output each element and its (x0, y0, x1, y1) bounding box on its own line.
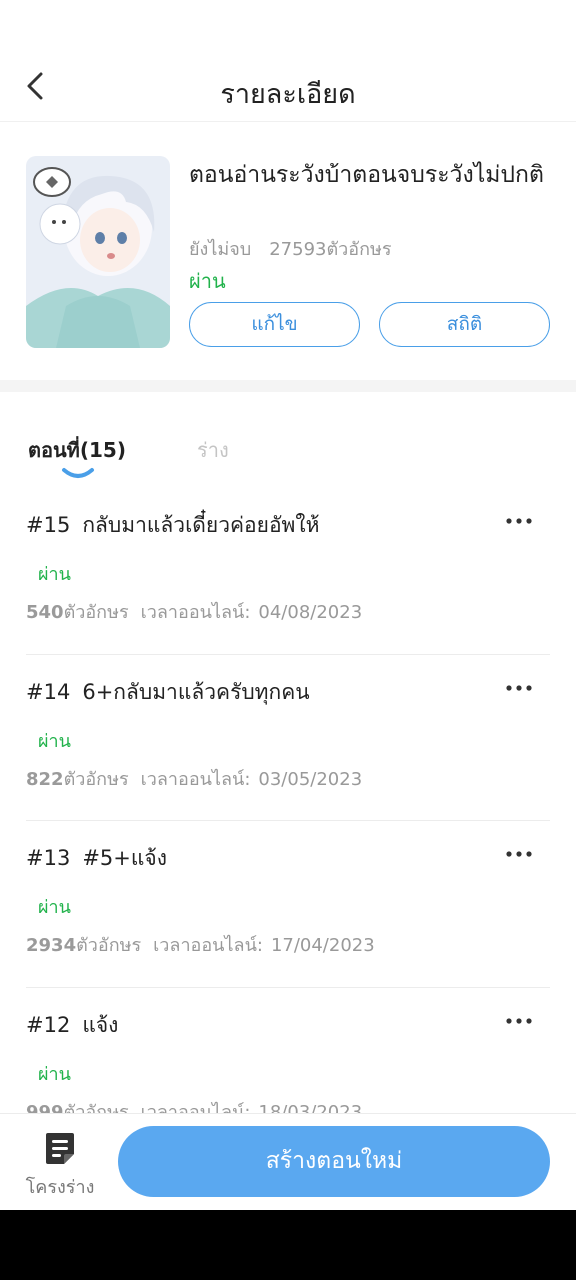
chapter-status-badge: ผ่าน (38, 1063, 71, 1085)
chapter-title: กลับมาแล้วเดี๋ยวค่อยอัพให้ (82, 513, 320, 537)
chapter-meta: 540ตัวอักษร เวลาออนไลน์: 04/08/2023 (26, 597, 362, 626)
book-status-badge: ผ่าน (189, 269, 226, 293)
chapter-online-label: เวลาออนไลน์: (153, 935, 263, 956)
chapter-online-label: เวลาออนไลน์: (140, 602, 251, 623)
chapter-row[interactable]: #14 6+กลับมาแล้วครับทุกคน ผ่าน 822ตัวอักษ… (26, 655, 550, 821)
chapter-char-count: 2934 (26, 935, 77, 956)
chapter-number: #12 (26, 1012, 71, 1037)
chapter-char-unit: ตัวอักษร (63, 768, 129, 790)
chapter-status-badge: ผ่าน (38, 730, 71, 752)
document-icon (46, 1133, 74, 1164)
chapter-status-badge: ผ่าน (38, 564, 71, 585)
chapter-list: #15 กลับมาแล้วเดี๋ยวค่อยอัพให้ ผ่าน 540ตั… (0, 488, 576, 1154)
tab-active-indicator (62, 468, 94, 478)
book-title: ตอนอ่านระวังบ้าตอนจบระวังไม่ปกติ (189, 162, 544, 188)
chapter-char-count: 822 (26, 768, 64, 790)
chapter-status-badge: ผ่าน (38, 897, 71, 918)
tab-bar: ตอนที่(15) ร่าง (0, 392, 576, 488)
cover-illustration (26, 156, 170, 348)
chapter-number: #15 (26, 513, 71, 537)
chapter-char-unit: ตัวอักษร (63, 602, 129, 623)
create-chapter-button[interactable]: สร้างตอนใหม่ (118, 1126, 550, 1197)
tab-drafts[interactable]: ร่าง (197, 434, 229, 466)
chapter-number: #14 (26, 679, 71, 704)
book-cover[interactable] (26, 156, 170, 348)
screen: รายละเอียด ตอนอ่านระวังบ้าตอนจบระวังไม่ป… (0, 0, 576, 1210)
header: รายละเอียด (0, 50, 576, 122)
chapter-char-count: 540 (26, 602, 64, 623)
chapter-number: #13 (26, 846, 71, 870)
chapter-title: #5+แจ้ง (82, 846, 167, 870)
more-dots-icon[interactable] (502, 839, 536, 869)
chapter-date: 04/08/2023 (258, 602, 363, 623)
chapter-row[interactable]: #13 #5+แจ้ง ผ่าน 2934ตัวอักษร เวลาออนไลน์:… (26, 821, 550, 988)
chapter-meta: 2934ตัวอักษร เวลาออนไลน์: 17/04/2023 (26, 930, 375, 959)
section-divider (0, 380, 576, 392)
chapter-date: 17/04/2023 (270, 935, 375, 956)
chapter-title: 6+กลับมาแล้วครับทุกคน (82, 679, 310, 704)
book-char-count: 27593ตัวอักษร (269, 239, 392, 260)
system-navigation-bar (0, 1210, 576, 1280)
chapter-row[interactable]: #15 กลับมาแล้วเดี๋ยวค่อยอัพให้ ผ่าน 540ตั… (26, 488, 550, 655)
edit-button[interactable]: แก้ไข (189, 302, 360, 347)
draft-outline-label: โครงร่าง (25, 1177, 95, 1198)
draft-outline-button[interactable]: โครงร่าง (22, 1130, 98, 1200)
book-meta: ยังไม่จบ 27593ตัวอักษร (189, 234, 392, 263)
chapter-online-label: เวลาออนไลน์: (140, 768, 251, 790)
stats-button[interactable]: สถิติ (379, 302, 550, 347)
chapter-char-unit: ตัวอักษร (76, 935, 142, 956)
chapter-date: 03/05/2023 (258, 768, 363, 790)
chapter-title: แจ้ง (82, 1012, 119, 1037)
more-dots-icon[interactable] (502, 1006, 536, 1036)
chapter-meta: 822ตัวอักษร เวลาออนไลน์: 03/05/2023 (26, 764, 362, 793)
more-dots-icon[interactable] (502, 506, 536, 536)
bottom-bar: โครงร่าง สร้างตอนใหม่ (0, 1113, 576, 1210)
tab-chapters[interactable]: ตอนที่(15) (28, 434, 126, 466)
more-dots-icon[interactable] (502, 673, 536, 703)
page-title: รายละเอียด (220, 79, 356, 110)
book-progress: ยังไม่จบ (189, 239, 252, 260)
book-info: ตอนอ่านระวังบ้าตอนจบระวังไม่ปกติ ยังไม่จ… (0, 122, 576, 380)
